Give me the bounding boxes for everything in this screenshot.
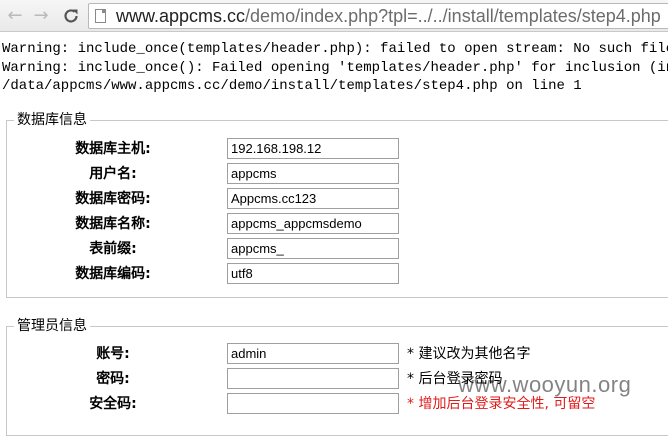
back-arrow-icon[interactable]: ← [4,5,26,27]
admin-info-legend: 管理员信息 [14,316,90,336]
url-host: www.appcms.cc [116,6,246,26]
database-info-legend: 数据库信息 [14,110,90,130]
warning-line: /data/appcms/www.appcms.cc/demo/install/… [2,78,582,94]
db-host-row: 数据库主机: 192.168.198.12 [7,137,668,161]
db-host-input[interactable]: 192.168.198.12 [227,138,399,159]
php-warnings: Warning: include_once(templates/header.p… [2,40,668,96]
table-prefix-input[interactable]: appcms_ [227,238,399,259]
url-path: /demo/index.php?tpl=../../install/templa… [245,6,661,26]
db-charset-label: 数据库编码: [75,266,151,282]
db-name-input[interactable]: appcms_appcmsdemo [227,213,399,234]
admin-account-row: 账号: admin * 建议改为其他名字 [7,342,668,366]
watermark: www.wooyun.org [458,372,632,397]
database-info-fieldset: 数据库信息 数据库主机: 192.168.198.12 用户名: appcms … [6,110,668,298]
security-code-input[interactable] [227,393,399,414]
db-user-label: 用户名: [89,166,137,182]
address-url[interactable]: www.appcms.cc/demo/index.php?tpl=../../i… [116,5,661,27]
page-icon [95,9,106,23]
reload-icon[interactable] [60,5,82,27]
admin-password-label: 密码: [96,371,130,387]
db-charset-row: 数据库编码: utf8 [7,262,668,286]
warning-line: Warning: include_once(): Failed opening … [2,59,668,76]
admin-account-input[interactable]: admin [227,343,399,364]
admin-account-hint: * 建议改为其他名字 [407,346,531,362]
db-host-label: 数据库主机: [75,141,151,157]
db-password-input[interactable]: Appcms.cc123 [227,188,399,209]
warning-line: Warning: include_once(templates/header.p… [2,41,668,57]
db-user-input[interactable]: appcms [227,163,399,184]
browser-toolbar: ← → www.appcms.cc/demo/index.php?tpl=../… [0,0,668,32]
db-name-label: 数据库名称: [75,216,151,232]
forward-arrow-icon[interactable]: → [30,5,52,27]
admin-account-label: 账号: [96,346,130,362]
admin-password-input[interactable] [227,368,399,389]
db-user-row: 用户名: appcms [7,162,668,186]
address-bar[interactable]: www.appcms.cc/demo/index.php?tpl=../../i… [88,3,668,29]
table-prefix-label: 表前缀: [89,241,137,257]
db-password-label: 数据库密码: [75,191,151,207]
db-charset-input[interactable]: utf8 [227,263,399,284]
security-code-label: 安全码: [89,396,137,412]
table-prefix-row: 表前缀: appcms_ [7,237,668,261]
db-name-row: 数据库名称: appcms_appcmsdemo [7,212,668,236]
db-password-row: 数据库密码: Appcms.cc123 [7,187,668,211]
